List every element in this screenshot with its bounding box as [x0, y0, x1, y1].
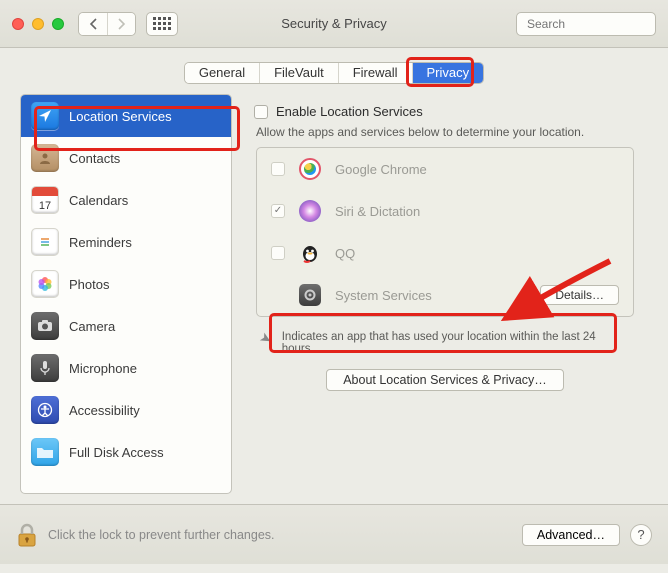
app-list: Google Chrome Siri & Dictation QQ System — [256, 147, 634, 317]
app-name: Siri & Dictation — [335, 204, 420, 219]
sidebar-item-calendars[interactable]: 17 Calendars — [21, 179, 231, 221]
right-panel: Enable Location Services Allow the apps … — [242, 94, 648, 494]
reminders-icon — [31, 228, 59, 256]
contacts-icon — [31, 144, 59, 172]
camera-icon — [31, 312, 59, 340]
search-field[interactable] — [516, 12, 656, 36]
sidebar-item-label: Full Disk Access — [69, 445, 164, 460]
sidebar-item-label: Microphone — [69, 361, 137, 376]
tabs: General FileVault Firewall Privacy — [184, 62, 484, 84]
location-arrow-icon: ➤ — [257, 328, 276, 349]
traffic-lights — [12, 18, 64, 30]
app-checkbox[interactable] — [271, 246, 285, 260]
help-button[interactable]: ? — [630, 524, 652, 546]
sidebar-item-location-services[interactable]: Location Services — [21, 95, 231, 137]
titlebar: Security & Privacy — [0, 0, 668, 48]
app-checkbox[interactable] — [271, 204, 285, 218]
tab-firewall[interactable]: Firewall — [338, 63, 412, 83]
note-text: Indicates an app that has used your loca… — [282, 331, 630, 355]
calendar-icon: 17 — [31, 186, 59, 214]
sidebar-item-contacts[interactable]: Contacts — [21, 137, 231, 179]
accessibility-icon — [31, 396, 59, 424]
show-all-prefs-button[interactable] — [146, 12, 178, 36]
sidebar-item-reminders[interactable]: Reminders — [21, 221, 231, 263]
lock-text: Click the lock to prevent further change… — [48, 528, 275, 542]
tab-privacy[interactable]: Privacy — [412, 63, 484, 83]
footer: Click the lock to prevent further change… — [0, 504, 668, 564]
app-row-siri[interactable]: Siri & Dictation — [257, 190, 633, 232]
nav-back-button[interactable] — [79, 13, 107, 35]
sidebar-item-label: Calendars — [69, 193, 128, 208]
gear-icon — [297, 282, 323, 308]
app-row-system-services[interactable]: System Services Details… — [257, 274, 633, 316]
app-row-qq[interactable]: QQ — [257, 232, 633, 274]
search-input[interactable] — [527, 17, 668, 31]
app-checkbox[interactable] — [271, 162, 285, 176]
panel-subtitle: Allow the apps and services below to det… — [242, 123, 648, 147]
sidebar-item-label: Camera — [69, 319, 115, 334]
location-icon — [31, 102, 59, 130]
sidebar-item-full-disk-access[interactable]: Full Disk Access — [21, 431, 231, 473]
enable-location-checkbox[interactable] — [254, 105, 268, 119]
sidebar-item-microphone[interactable]: Microphone — [21, 347, 231, 389]
qq-icon — [297, 240, 323, 266]
sidebar-item-label: Location Services — [69, 109, 172, 124]
sidebar-item-accessibility[interactable]: Accessibility — [21, 389, 231, 431]
photos-icon — [31, 270, 59, 298]
app-name: QQ — [335, 246, 355, 261]
details-button[interactable]: Details… — [540, 285, 619, 305]
enable-location-label: Enable Location Services — [276, 104, 423, 119]
sidebar-item-label: Photos — [69, 277, 109, 292]
app-name: System Services — [335, 288, 432, 303]
advanced-button[interactable]: Advanced… — [522, 524, 620, 546]
nav-forward-button[interactable] — [107, 13, 135, 35]
close-window-button[interactable] — [12, 18, 24, 30]
zoom-window-button[interactable] — [52, 18, 64, 30]
minimize-window-button[interactable] — [32, 18, 44, 30]
microphone-icon — [31, 354, 59, 382]
folder-icon — [31, 438, 59, 466]
app-name: Google Chrome — [335, 162, 427, 177]
siri-icon — [297, 198, 323, 224]
tab-row: General FileVault Firewall Privacy — [0, 62, 668, 84]
chrome-icon — [297, 156, 323, 182]
sidebar-item-label: Contacts — [69, 151, 120, 166]
tab-filevault[interactable]: FileVault — [259, 63, 338, 83]
nav-segment — [78, 12, 136, 36]
sidebar-item-photos[interactable]: Photos — [21, 263, 231, 305]
app-row-chrome[interactable]: Google Chrome — [257, 148, 633, 190]
tab-general[interactable]: General — [185, 63, 259, 83]
sidebar-item-label: Reminders — [69, 235, 132, 250]
sidebar[interactable]: Location Services Contacts 17 Calendars … — [20, 94, 232, 494]
lock-icon[interactable] — [16, 522, 38, 548]
sidebar-item-label: Accessibility — [69, 403, 140, 418]
location-usage-note: ➤ Indicates an app that has used your lo… — [242, 317, 648, 363]
sidebar-item-camera[interactable]: Camera — [21, 305, 231, 347]
about-location-button[interactable]: About Location Services & Privacy… — [326, 369, 564, 391]
